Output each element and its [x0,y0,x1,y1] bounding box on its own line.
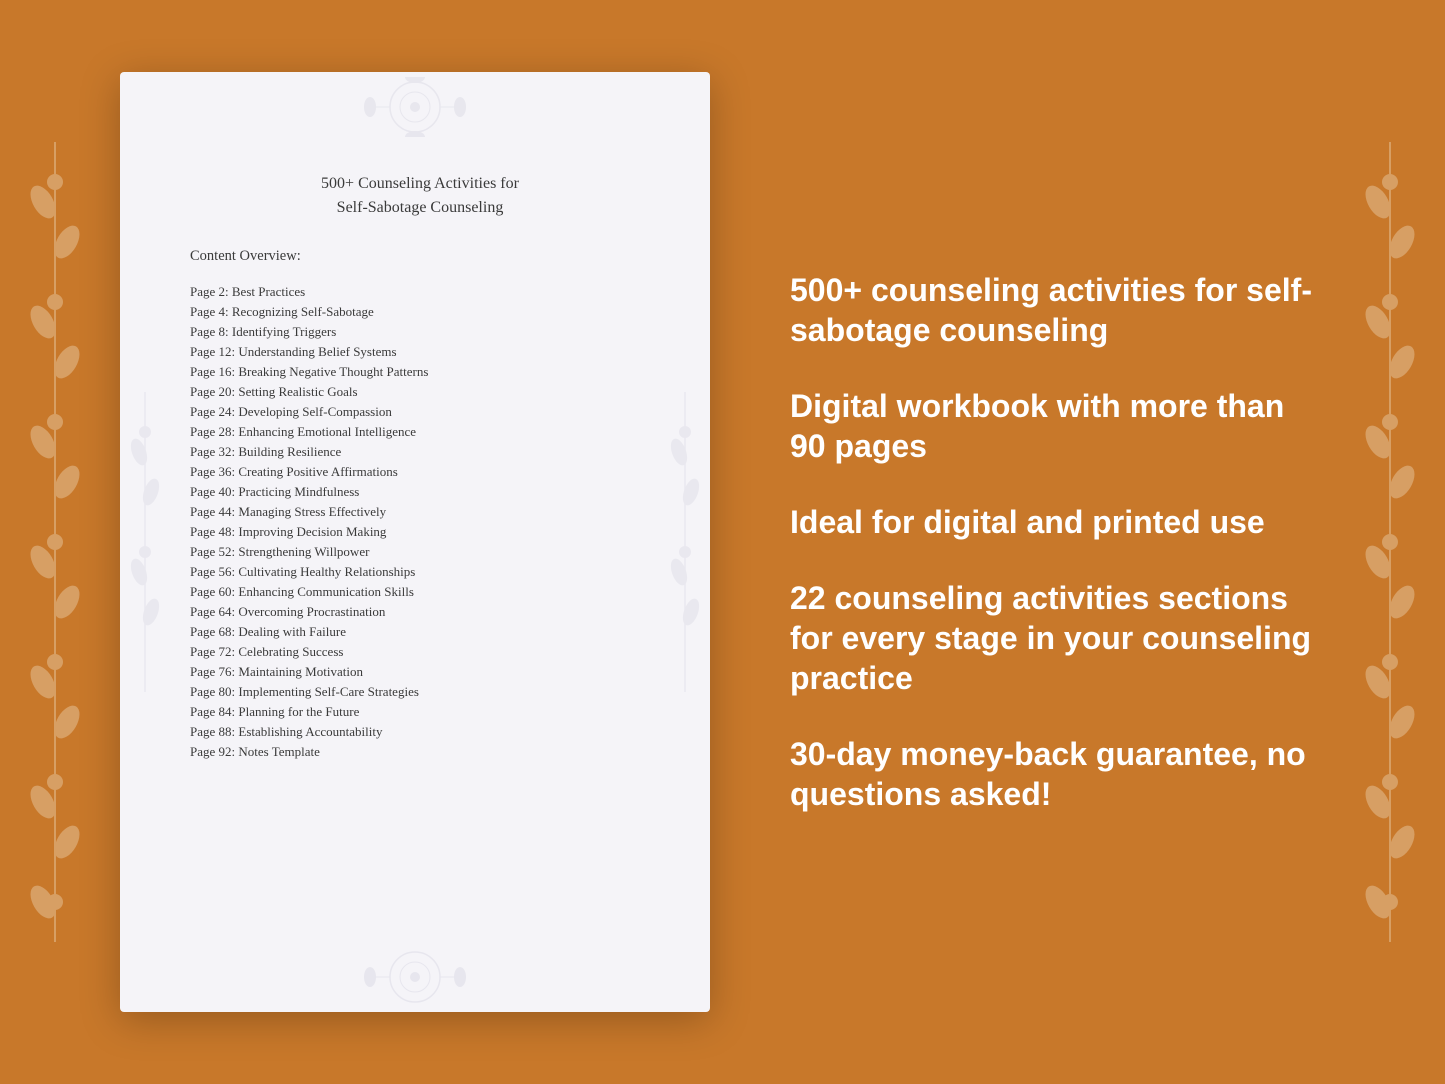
toc-item: Page 16: Breaking Negative Thought Patte… [190,361,660,381]
doc-deco-left [120,72,170,1012]
toc-item: Page 48: Improving Decision Making [190,521,660,541]
toc-item: Page 84: Planning for the Future [190,701,660,721]
toc-item: Page 2: Best Practices [190,281,660,301]
toc-item: Page 88: Establishing Accountability [190,721,660,741]
toc-list: Page 2: Best PracticesPage 4: Recognizin… [180,281,660,761]
toc-item: Page 12: Understanding Belief Systems [190,341,660,361]
feature-item: Digital workbook with more than 90 pages [790,386,1325,466]
toc-item: Page 44: Managing Stress Effectively [190,501,660,521]
document-title: 500+ Counseling Activities for Self-Sabo… [180,172,660,220]
main-content: 500+ Counseling Activities for Self-Sabo… [0,0,1445,1084]
toc-item: Page 72: Celebrating Success [190,641,660,661]
toc-item: Page 40: Practicing Mindfulness [190,481,660,501]
floral-decoration-right [1335,0,1445,1084]
document-mockup: 500+ Counseling Activities for Self-Sabo… [120,72,710,1012]
toc-item: Page 24: Developing Self-Compassion [190,401,660,421]
toc-item: Page 4: Recognizing Self-Sabotage [190,301,660,321]
toc-item: Page 20: Setting Realistic Goals [190,381,660,401]
doc-deco-bottom [120,942,710,1012]
toc-label: Content Overview: [180,248,660,265]
toc-item: Page 36: Creating Positive Affirmations [190,461,660,481]
feature-item: Ideal for digital and printed use [790,502,1325,542]
doc-deco-right [660,72,710,1012]
floral-decoration-left [0,0,110,1084]
toc-item: Page 92: Notes Template [190,741,660,761]
feature-item: 22 counseling activities sections for ev… [790,578,1325,698]
toc-item: Page 80: Implementing Self-Care Strategi… [190,681,660,701]
toc-item: Page 68: Dealing with Failure [190,621,660,641]
toc-item: Page 76: Maintaining Motivation [190,661,660,681]
toc-item: Page 56: Cultivating Healthy Relationshi… [190,561,660,581]
document-inner: 500+ Counseling Activities for Self-Sabo… [180,112,660,761]
toc-item: Page 8: Identifying Triggers [190,321,660,341]
toc-item: Page 32: Building Resilience [190,441,660,461]
feature-item: 30-day money-back guarantee, no question… [790,734,1325,814]
feature-item: 500+ counseling activities for self-sabo… [790,270,1325,350]
right-panel: 500+ counseling activities for self-sabo… [770,270,1325,814]
toc-item: Page 28: Enhancing Emotional Intelligenc… [190,421,660,441]
toc-item: Page 52: Strengthening Willpower [190,541,660,561]
toc-item: Page 60: Enhancing Communication Skills [190,581,660,601]
toc-item: Page 64: Overcoming Procrastination [190,601,660,621]
